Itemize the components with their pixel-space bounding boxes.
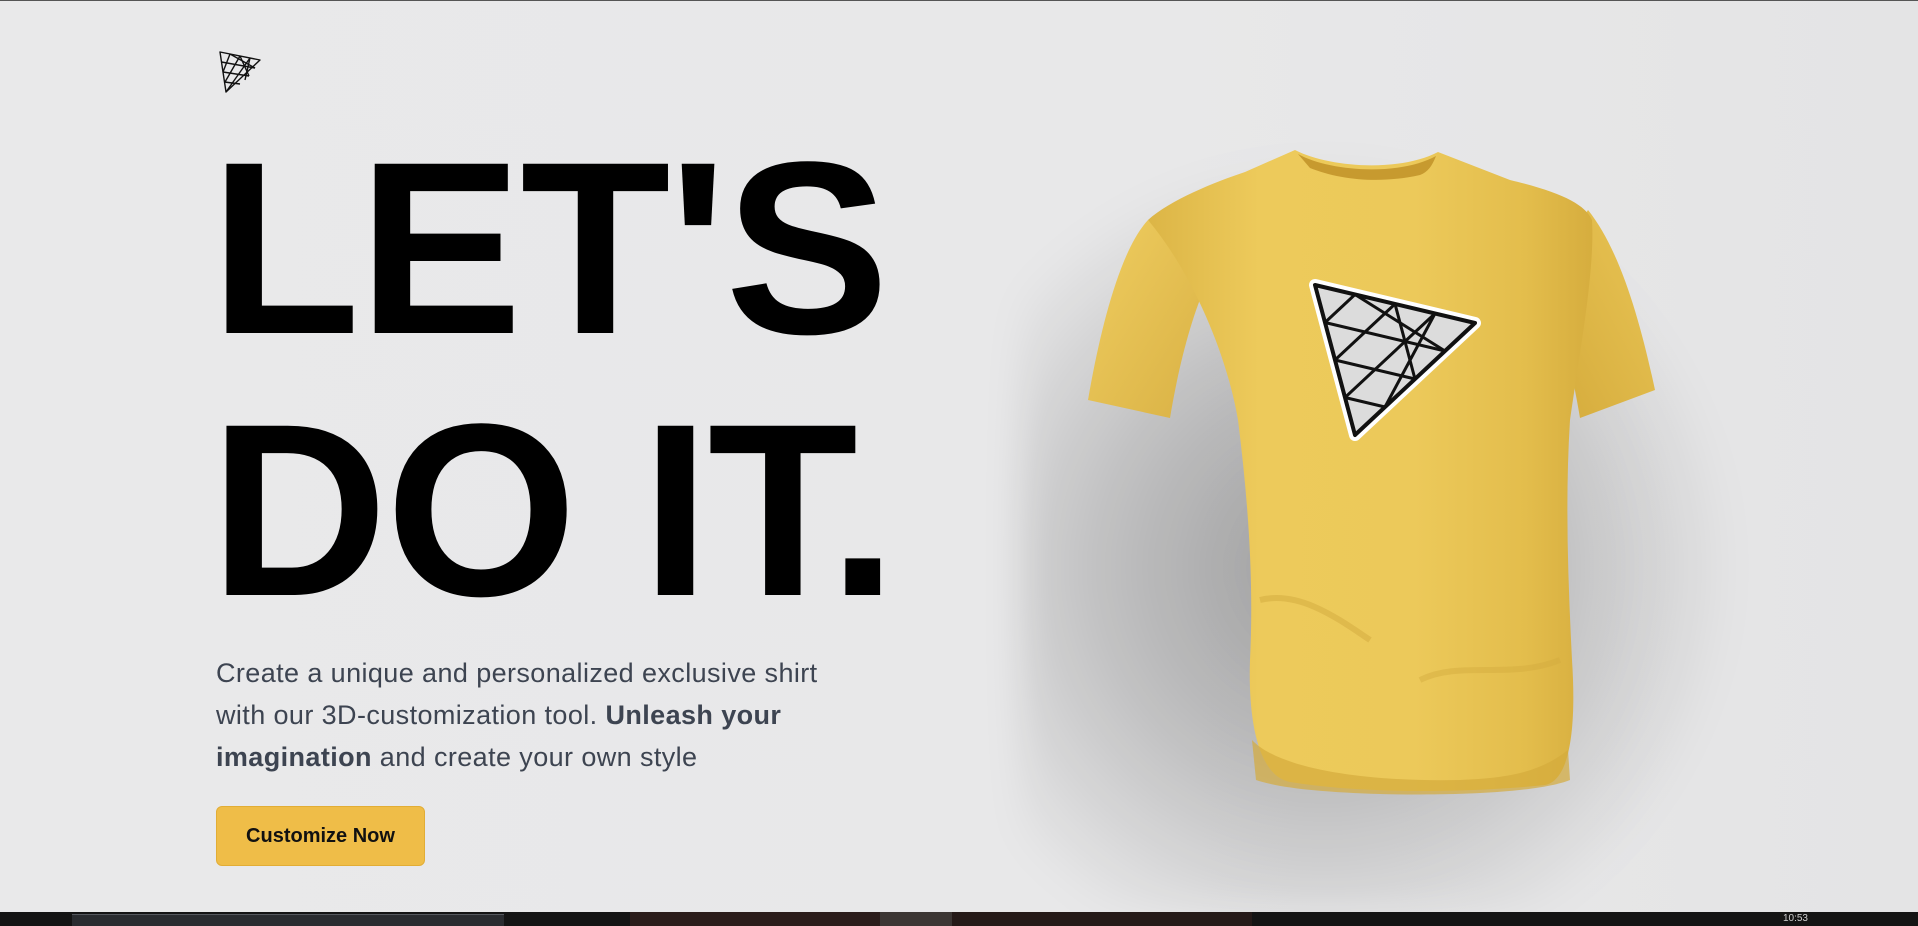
taskbar-window-tab[interactable] <box>72 914 504 926</box>
hero-headline: LET'S DO IT. <box>210 111 897 648</box>
taskbar-segment <box>630 912 880 926</box>
taskbar-segment <box>952 912 1252 926</box>
os-taskbar: 10:53 <box>0 912 1918 926</box>
page: LET'S DO IT. Create a unique and persona… <box>0 0 1918 926</box>
taskbar-segment <box>880 912 952 926</box>
tshirt-3d-model[interactable] <box>1040 120 1740 920</box>
description-text-2: and create your own style <box>371 742 698 772</box>
hero-description: Create a unique and personalized exclusi… <box>216 652 856 778</box>
top-border <box>0 0 1918 1</box>
taskbar-clock: 10:53 <box>1782 913 1808 924</box>
headline-line-2: DO IT. <box>210 373 897 648</box>
logo-triangle-icon[interactable] <box>218 50 262 94</box>
headline-line-1: LET'S <box>210 111 889 386</box>
customize-now-button[interactable]: Customize Now <box>216 806 425 866</box>
